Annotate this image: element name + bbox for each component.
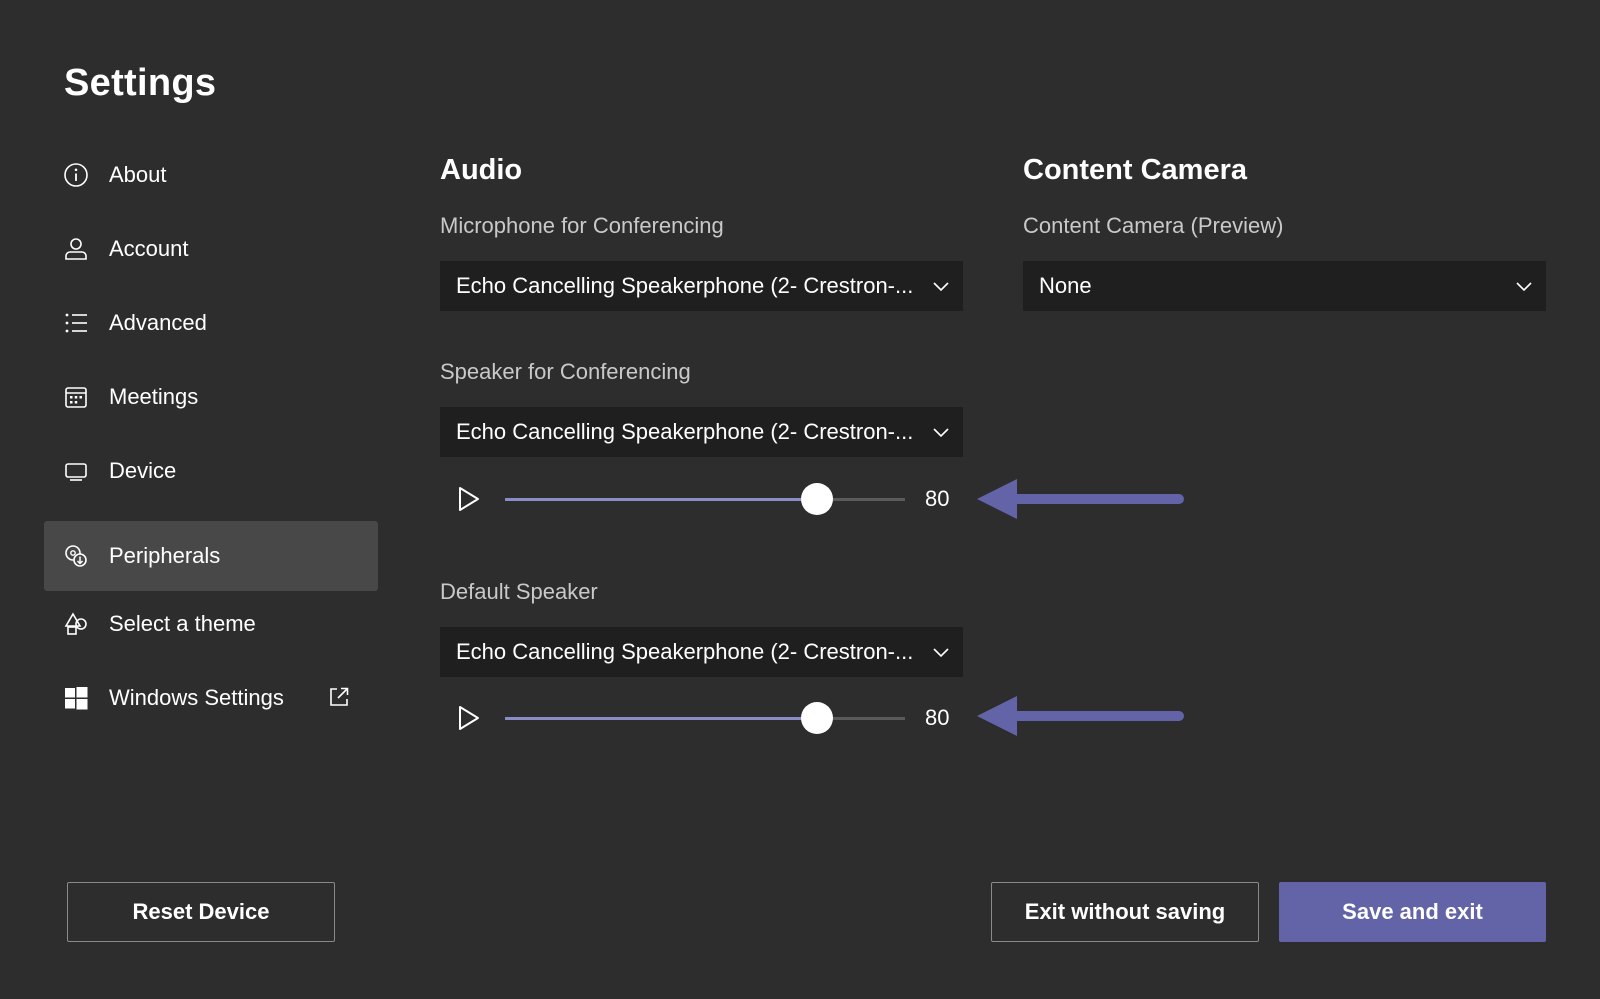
speaker-label: Speaker for Conferencing — [440, 359, 691, 384]
windows-icon — [62, 684, 90, 712]
sidebar-item-about[interactable]: About — [44, 147, 378, 203]
external-link-icon — [326, 684, 352, 710]
peripherals-icon — [62, 542, 90, 570]
sidebar-item-label: Meetings — [109, 384, 199, 409]
list-icon — [62, 309, 90, 337]
speaker-dropdown[interactable]: Echo Cancelling Speakerphone (2- Crestro… — [440, 407, 963, 457]
exit-without-saving-button[interactable]: Exit without saving — [991, 882, 1259, 942]
speaker-volume-slider[interactable] — [505, 483, 905, 515]
content-camera-value: None — [1039, 273, 1092, 298]
microphone-value: Echo Cancelling Speakerphone (2- Crestro… — [456, 273, 914, 298]
sidebar-item-windows-settings[interactable]: Windows Settings — [44, 670, 378, 726]
sidebar-item-advanced[interactable]: Advanced — [44, 295, 378, 351]
content-camera-preview-label: Content Camera (Preview) — [1023, 213, 1284, 238]
default-speaker-label: Default Speaker — [440, 579, 598, 604]
reset-device-button[interactable]: Reset Device — [67, 882, 335, 942]
sidebar-item-account[interactable]: Account — [44, 221, 378, 277]
chevron-down-icon — [933, 648, 949, 658]
save-and-exit-button[interactable]: Save and exit — [1279, 882, 1546, 942]
audio-title: Audio — [440, 154, 523, 186]
chevron-down-icon — [1516, 282, 1532, 292]
speaker-volume-row: 80 — [440, 479, 960, 519]
default-speaker-dropdown[interactable]: Echo Cancelling Speakerphone (2- Crestro… — [440, 627, 963, 677]
play-icon[interactable] — [454, 485, 482, 513]
theme-icon — [62, 610, 90, 638]
default-speaker-volume-slider[interactable] — [505, 702, 905, 734]
slider-thumb[interactable] — [801, 483, 833, 515]
sidebar-item-select-theme[interactable]: Select a theme — [44, 596, 378, 652]
default-speaker-value: Echo Cancelling Speakerphone (2- Crestro… — [456, 639, 914, 664]
info-icon — [62, 161, 90, 189]
sidebar-item-label: Device — [109, 458, 177, 483]
sidebar-item-device[interactable]: Device — [44, 443, 378, 499]
calendar-icon — [62, 383, 90, 411]
monitor-icon — [62, 457, 90, 485]
sidebar-item-label: About — [109, 162, 167, 187]
microphone-label: Microphone for Conferencing — [440, 213, 724, 238]
sidebar-item-meetings[interactable]: Meetings — [44, 369, 378, 425]
chevron-down-icon — [933, 282, 949, 292]
play-icon[interactable] — [454, 704, 482, 732]
sidebar-item-label: Advanced — [109, 310, 207, 335]
person-icon — [62, 235, 90, 263]
speaker-value: Echo Cancelling Speakerphone (2- Crestro… — [456, 419, 914, 444]
microphone-dropdown[interactable]: Echo Cancelling Speakerphone (2- Crestro… — [440, 261, 963, 311]
sidebar-item-label: Account — [109, 236, 189, 261]
slider-fill — [505, 498, 817, 501]
sidebar-item-peripherals[interactable]: Peripherals — [44, 521, 378, 591]
sidebar-item-label: Select a theme — [109, 611, 256, 636]
content-camera-dropdown[interactable]: None — [1023, 261, 1546, 311]
chevron-down-icon — [933, 428, 949, 438]
page-title: Settings — [64, 62, 217, 104]
content-camera-title: Content Camera — [1023, 154, 1247, 186]
sidebar-item-label: Windows Settings — [109, 685, 284, 710]
sidebar-item-label: Peripherals — [109, 543, 221, 568]
default-speaker-volume-value: 80 — [925, 705, 950, 730]
slider-thumb[interactable] — [801, 702, 833, 734]
speaker-volume-value: 80 — [925, 486, 950, 511]
default-speaker-volume-row: 80 — [440, 698, 960, 738]
slider-fill — [505, 717, 817, 720]
annotation-arrow — [977, 696, 1184, 736]
annotation-arrow — [977, 479, 1184, 519]
